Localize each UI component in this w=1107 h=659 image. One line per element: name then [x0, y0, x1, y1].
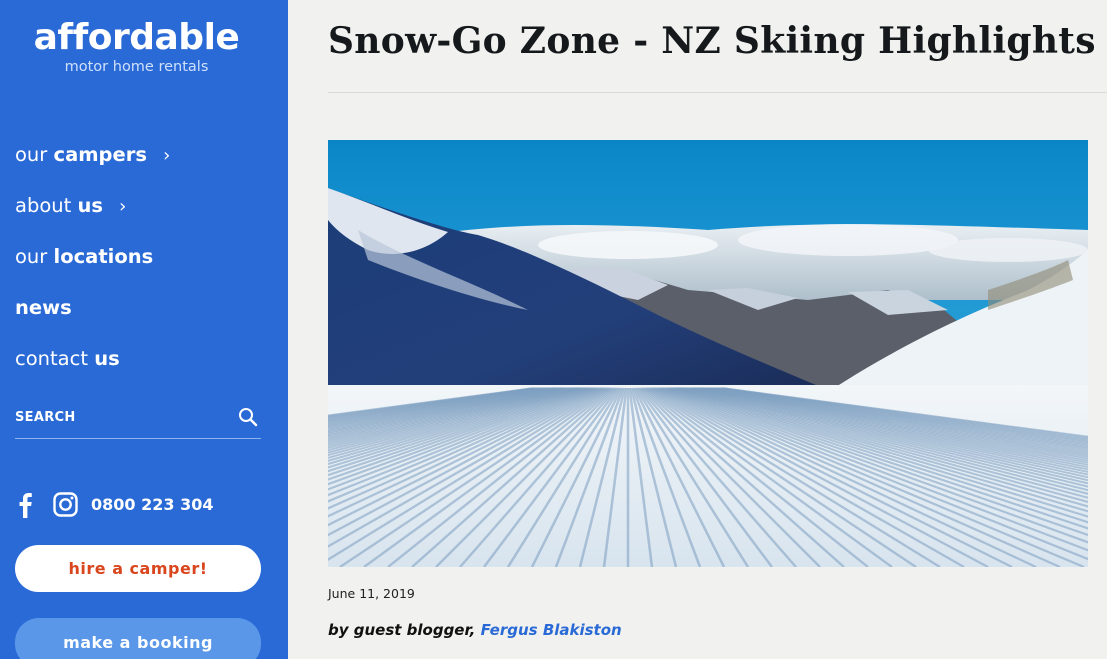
nav-contact-us[interactable]: contact us — [15, 347, 120, 370]
hire-camper-button[interactable]: hire a camper! — [15, 545, 261, 592]
nav-our-campers[interactable]: our campers › — [15, 143, 170, 166]
logo-tagline: motor home rentals — [64, 59, 209, 75]
hero-image — [328, 140, 1088, 567]
byline: by guest blogger, Fergus Blakiston — [328, 621, 622, 639]
nav-label-strong: campers — [53, 143, 147, 166]
post-date: June 11, 2019 — [328, 586, 415, 601]
phone-number[interactable]: 0800 223 304 — [91, 495, 213, 514]
nav-label-strong: news — [15, 296, 72, 319]
byline-prefix: by guest blogger, — [328, 621, 481, 639]
divider — [328, 92, 1107, 93]
nav-news[interactable]: news — [15, 296, 72, 319]
author-link[interactable]: Fergus Blakiston — [481, 621, 622, 639]
nav-label-pre: contact — [15, 347, 88, 370]
nav-our-locations[interactable]: our locations — [15, 245, 153, 268]
ski-slope-image — [328, 140, 1088, 567]
search-icon[interactable] — [238, 407, 258, 427]
nav-label-strong: us — [94, 347, 120, 370]
nav-label-strong: us — [77, 194, 103, 217]
instagram-icon[interactable] — [53, 492, 78, 517]
make-booking-button[interactable]: make a booking — [15, 618, 261, 659]
page-title: Snow-Go Zone - NZ Skiing Highlights — [328, 20, 1096, 62]
nav-label-pre: about — [15, 194, 72, 217]
logo-wordmark: affordable — [33, 17, 240, 58]
search-label: SEARCH — [15, 410, 76, 425]
facebook-icon[interactable] — [17, 492, 37, 518]
nav-label-pre: our — [15, 245, 48, 268]
chevron-right-icon: › — [119, 196, 127, 217]
search-input[interactable]: SEARCH — [15, 406, 261, 439]
nav-about-us[interactable]: about us › — [15, 194, 126, 217]
nav-label-strong: locations — [53, 245, 154, 268]
nav-label-pre: our — [15, 143, 48, 166]
sidebar: affordable motor home rentals our camper… — [0, 0, 288, 659]
chevron-right-icon: › — [163, 145, 171, 166]
